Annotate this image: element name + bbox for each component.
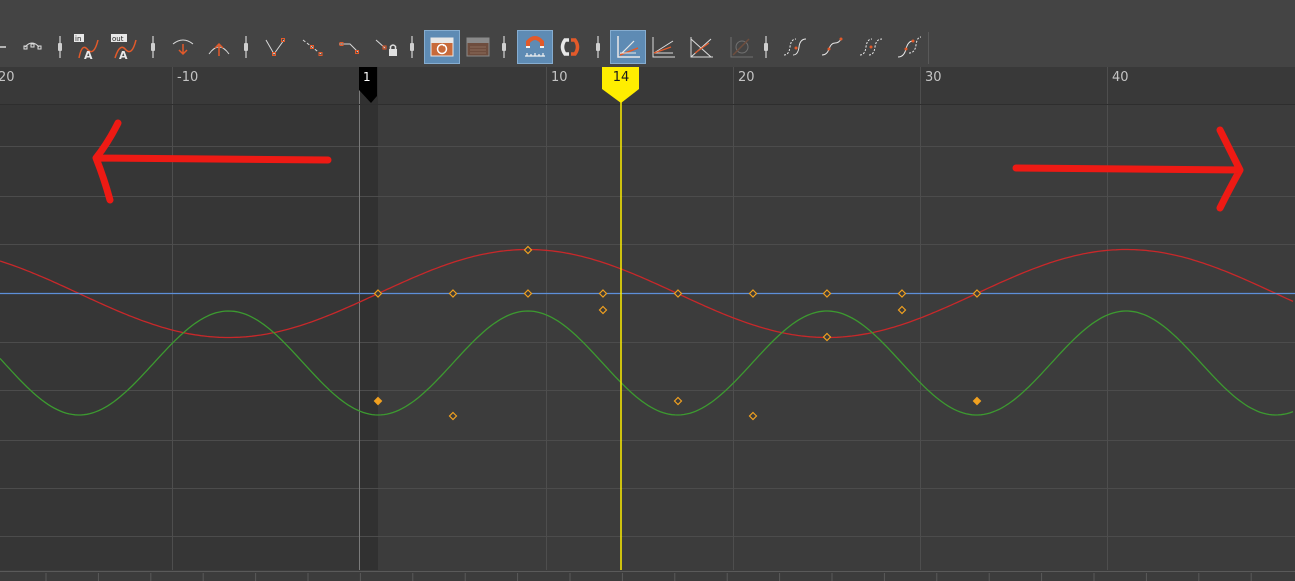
keyframe-diamond[interactable] [673, 396, 683, 406]
svg-text:A: A [119, 49, 128, 62]
out-tangent-icon[interactable]: out A [110, 32, 140, 62]
linear-tangent-icon[interactable] [260, 32, 290, 62]
keyframes [373, 245, 982, 421]
ruler-label: 40 [1112, 70, 1129, 85]
reset-icon[interactable] [726, 32, 756, 62]
playhead[interactable]: 14 [602, 67, 639, 570]
cycle-icon[interactable] [856, 32, 886, 62]
magnet-snap-icon[interactable] [517, 30, 553, 64]
toolbar-separator [596, 36, 600, 58]
in-tangent-icon[interactable]: in A [72, 32, 102, 62]
pre-infinity-icon[interactable] [780, 32, 810, 62]
toolbar-separator [410, 36, 414, 58]
flat-tangent-icon[interactable] [334, 32, 364, 62]
curve-tangent-icon[interactable] [0, 32, 18, 62]
keyframe-diamond[interactable] [748, 411, 758, 421]
keyframe-diamond[interactable] [448, 289, 458, 298]
keyframe-diamond[interactable] [748, 289, 758, 298]
keyframe-diamond[interactable] [822, 289, 832, 298]
auto-frame-icon[interactable] [424, 30, 460, 64]
keyframe-diamond[interactable] [972, 289, 982, 298]
start-frame-column [360, 67, 378, 570]
bottom-tick-strip [0, 571, 1295, 581]
lock-tangent-icon[interactable] [371, 32, 401, 62]
keyframe-diamond[interactable] [822, 332, 832, 342]
ruler-label: 10 [551, 70, 568, 85]
current-frame-label: 14 [613, 70, 630, 85]
keyframe-diamond[interactable] [897, 305, 907, 315]
svg-text:out: out [112, 35, 124, 43]
keyframe-diamond[interactable] [972, 396, 982, 406]
frame-playback-icon[interactable] [463, 32, 493, 62]
ruler-label: -10 [177, 70, 198, 85]
svg-text:in: in [75, 35, 81, 43]
title-strip [0, 0, 1295, 30]
snap-values-icon[interactable] [555, 32, 585, 62]
left-arrow-annotation [92, 119, 332, 204]
keyframe-diamond[interactable] [448, 411, 458, 421]
keyframe-diamond[interactable] [598, 305, 608, 315]
toolbar-separator [244, 36, 248, 58]
toolbar-separator [502, 36, 506, 58]
normalize-icon[interactable] [610, 30, 646, 64]
stepped-tangent-icon[interactable] [297, 32, 327, 62]
post-infinity-icon[interactable] [818, 32, 848, 62]
toolbar-separator [151, 36, 155, 58]
keyframe-diamond[interactable] [523, 245, 533, 255]
keyframe-diamond[interactable] [523, 289, 533, 298]
start-frame-label: 1 [363, 70, 371, 84]
right-arrow-annotation [1012, 126, 1244, 212]
ruler-label: 30 [925, 70, 942, 85]
keys-icon[interactable] [18, 32, 48, 62]
ruler-label: 20 [0, 70, 15, 85]
ruler-label: 20 [738, 70, 755, 85]
spread-icon[interactable] [686, 32, 716, 62]
normalize-flat-icon[interactable] [648, 32, 678, 62]
graph-editor-toolbar: in A out A [0, 30, 1295, 67]
toolbar-separator [58, 36, 62, 58]
toolbar-end-divider [928, 32, 929, 64]
keyframe-diamond[interactable] [897, 289, 907, 298]
toolbar-separator [764, 36, 768, 58]
cycle-offset-icon[interactable] [894, 32, 924, 62]
tangent-break-icon[interactable] [168, 32, 198, 62]
keyframe-diamond[interactable] [598, 289, 608, 298]
keyframe-diamond[interactable] [673, 289, 683, 298]
svg-text:A: A [84, 49, 93, 62]
tangent-unify-icon[interactable] [204, 32, 234, 62]
